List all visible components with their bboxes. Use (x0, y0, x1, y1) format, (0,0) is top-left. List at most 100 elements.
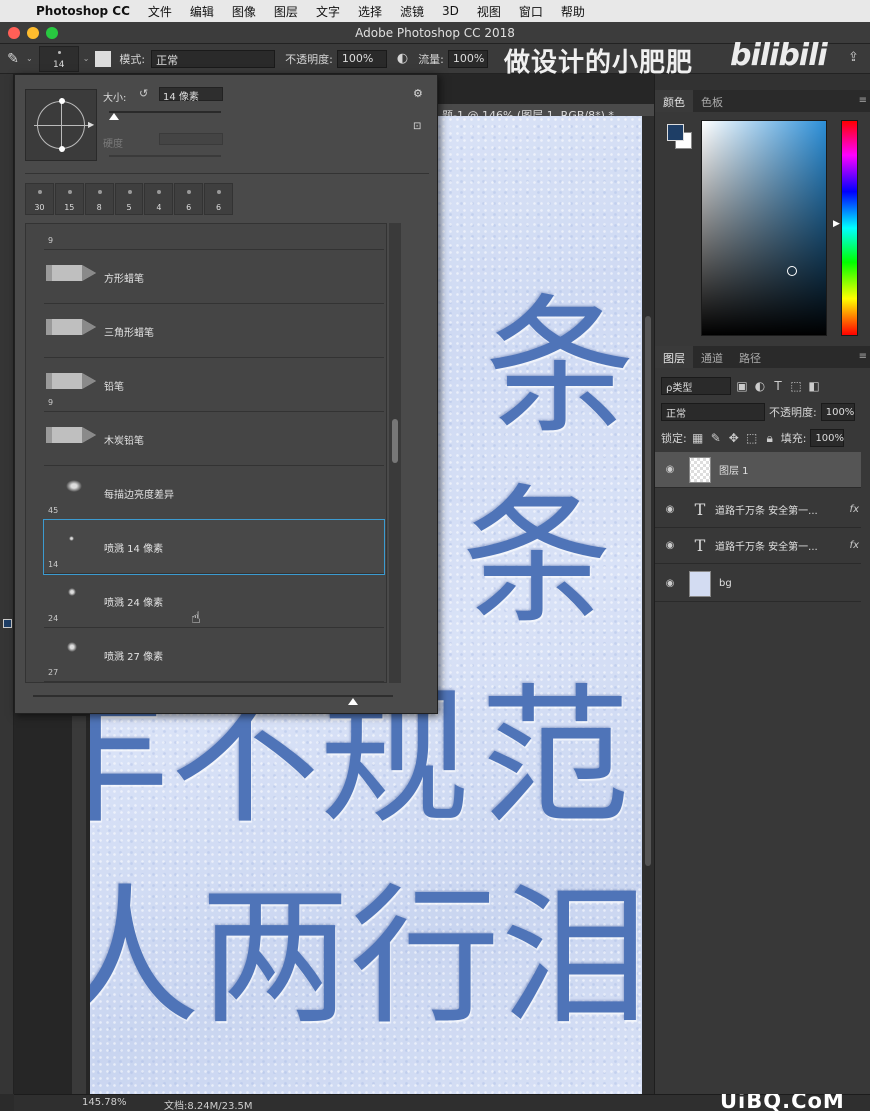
document-size[interactable]: 文档:8.24M/23.5M (164, 1097, 253, 1111)
preview-size-slider[interactable] (33, 695, 393, 697)
color-field[interactable] (701, 120, 827, 336)
recent-brush[interactable]: 15 (54, 183, 84, 215)
brush-tool-icon[interactable]: ✎ (0, 51, 26, 67)
layer-lock-row: 锁定: ▦ ✎ ✥ ⬚ 🔒︎ 填充: 100% (661, 428, 845, 448)
brush-size-input[interactable]: 14 像素 (159, 87, 223, 103)
adjustment-filter-icon[interactable]: ◐ (753, 379, 767, 393)
lock-artboard-icon[interactable]: ⬚ (745, 431, 759, 445)
recent-brush[interactable]: 8 (84, 183, 114, 215)
eye-icon[interactable]: ◉ (655, 464, 685, 475)
pencil-brush-icon (46, 265, 96, 281)
menu-file[interactable]: 文件 (148, 3, 172, 20)
layer-row[interactable]: ◉ bg (655, 566, 861, 602)
brush-angle-roundness-control[interactable] (34, 98, 88, 152)
recent-brush[interactable]: 30 (25, 183, 54, 215)
tab-paths[interactable]: 路径 (731, 346, 769, 368)
tab-channels[interactable]: 通道 (693, 346, 731, 368)
brush-preset-item[interactable]: 每描边亮度差异 45 (44, 466, 384, 520)
smart-object-filter-icon[interactable]: ◧ (807, 379, 821, 393)
menu-layer[interactable]: 图层 (274, 3, 298, 20)
canvas-vertical-scrollbar[interactable] (642, 116, 654, 1094)
color-picker-ring[interactable] (787, 266, 797, 276)
lock-all-icon[interactable]: 🔒︎ (763, 431, 777, 446)
eye-icon[interactable]: ◉ (655, 578, 685, 589)
brush-preset-item[interactable]: 方形蜡笔 (44, 250, 384, 304)
foreground-color-swatch[interactable] (667, 124, 684, 141)
brush-tip-preview[interactable]: ▶ (25, 89, 97, 161)
recent-brush[interactable]: 4 (144, 183, 174, 215)
pixel-filter-icon[interactable]: ▣ (735, 379, 749, 393)
zoom-level[interactable]: 145.78% (82, 1097, 127, 1108)
flow-input[interactable]: 100% (447, 49, 488, 68)
preset-list-scrollbar[interactable] (389, 223, 401, 683)
scroll-thumb[interactable] (392, 419, 398, 463)
menu-help[interactable]: 帮助 (561, 3, 585, 20)
opacity-input[interactable]: 100% (336, 49, 387, 68)
brush-settings-panel-icon[interactable] (95, 50, 112, 67)
lock-position-icon[interactable]: ✥ (727, 431, 741, 445)
recent-brush[interactable]: 6 (174, 183, 204, 215)
fx-icon[interactable]: fx (850, 504, 859, 515)
hue-slider-marker-icon[interactable]: ▶ (833, 219, 840, 229)
lock-transparent-icon[interactable]: ▦ (691, 431, 705, 445)
eye-icon[interactable]: ◉ (655, 504, 685, 515)
brush-preset-item[interactable]: 喷溅 24 像素 24 (44, 574, 384, 628)
reset-size-icon[interactable]: ↺ (139, 87, 148, 100)
recent-brush[interactable]: 6 (204, 183, 234, 215)
layer-row[interactable]: ◉ 图层 1 (655, 452, 861, 488)
menu-window[interactable]: 窗口 (519, 3, 543, 20)
layer-row[interactable]: ◉ T 道路千万条 安全第一... fx (655, 492, 861, 528)
brush-preset-picker-button[interactable]: 14 (38, 45, 79, 72)
shape-filter-icon[interactable]: ⬚ (789, 379, 803, 393)
fx-icon[interactable]: fx (850, 540, 859, 551)
brush-preset-item[interactable]: 木炭铅笔 (44, 412, 384, 466)
panel-menu-icon[interactable]: ≡ (859, 351, 867, 362)
chevron-down-icon[interactable]: ⌄ (26, 54, 33, 63)
menu-select[interactable]: 选择 (358, 3, 382, 20)
roundness-handle[interactable] (59, 146, 65, 152)
type-filter-icon[interactable]: T (771, 379, 785, 393)
menu-app-name[interactable]: Photoshop CC (36, 4, 130, 18)
pressure-opacity-icon[interactable]: ◐ (397, 51, 408, 66)
lock-image-icon[interactable]: ✎ (709, 431, 723, 445)
size-slider-track[interactable] (109, 111, 221, 113)
eye-icon[interactable]: ◉ (655, 540, 685, 551)
color-panel: 颜色 色板 ≡ ▶ (655, 90, 870, 350)
fill-input[interactable]: 100% (810, 429, 845, 447)
brush-preset-item[interactable]: 三角形蜡笔 (44, 304, 384, 358)
tab-swatches[interactable]: 色板 (693, 90, 731, 112)
layer-row[interactable]: ◉ T 道路千万条 安全第一... fx (655, 528, 861, 564)
brush-preset-item[interactable]: 9 (44, 224, 384, 250)
status-bar: 145.78% 文档:8.24M/23.5M UiBQ.CoM (14, 1089, 870, 1111)
tab-color[interactable]: 颜色 (655, 90, 693, 112)
menu-filter[interactable]: 滤镜 (400, 3, 424, 20)
chevron-down-icon[interactable]: ⌄ (83, 54, 90, 63)
brush-preset-item[interactable]: 铅笔 9 (44, 358, 384, 412)
gear-icon[interactable]: ⚙ (413, 87, 423, 100)
new-preset-icon[interactable]: ⊡ (413, 121, 421, 132)
brush-preset-item-selected[interactable]: 喷溅 14 像素 14 (43, 519, 385, 575)
layer-opacity-input[interactable]: 100% (820, 403, 855, 421)
panel-menu-icon[interactable]: ≡ (859, 95, 867, 106)
menu-image[interactable]: 图像 (232, 3, 256, 20)
roundness-handle[interactable] (59, 98, 65, 104)
share-icon[interactable]: ⇪ (848, 50, 859, 65)
mode-select[interactable]: 正常 (151, 49, 276, 68)
layer-blend-row: 正常 不透明度: 100% (661, 402, 855, 422)
recent-brush[interactable]: 5 (114, 183, 144, 215)
angle-arrow-icon[interactable]: ▶ (88, 120, 94, 129)
menu-3d[interactable]: 3D (442, 4, 459, 18)
menu-type[interactable]: 文字 (316, 3, 340, 20)
foreground-color-chip[interactable] (3, 619, 12, 628)
scroll-thumb[interactable] (645, 316, 651, 866)
hue-slider[interactable] (841, 120, 858, 336)
layer-filter-select[interactable]: ρ类型 (661, 377, 731, 395)
preview-size-handle[interactable] (348, 698, 358, 705)
blend-mode-select[interactable]: 正常 (661, 403, 765, 421)
menu-edit[interactable]: 编辑 (190, 3, 214, 20)
size-slider-handle[interactable] (109, 113, 119, 120)
brush-preset-list: 9 方形蜡笔 三角形蜡笔 铅笔 9 木炭铅笔 每描边亮度差异 45 喷溅 14 … (25, 223, 387, 683)
menu-view[interactable]: 视图 (477, 3, 501, 20)
brush-preset-item[interactable]: 喷溅 27 像素 27 (44, 628, 384, 682)
tab-layers[interactable]: 图层 (655, 346, 693, 368)
